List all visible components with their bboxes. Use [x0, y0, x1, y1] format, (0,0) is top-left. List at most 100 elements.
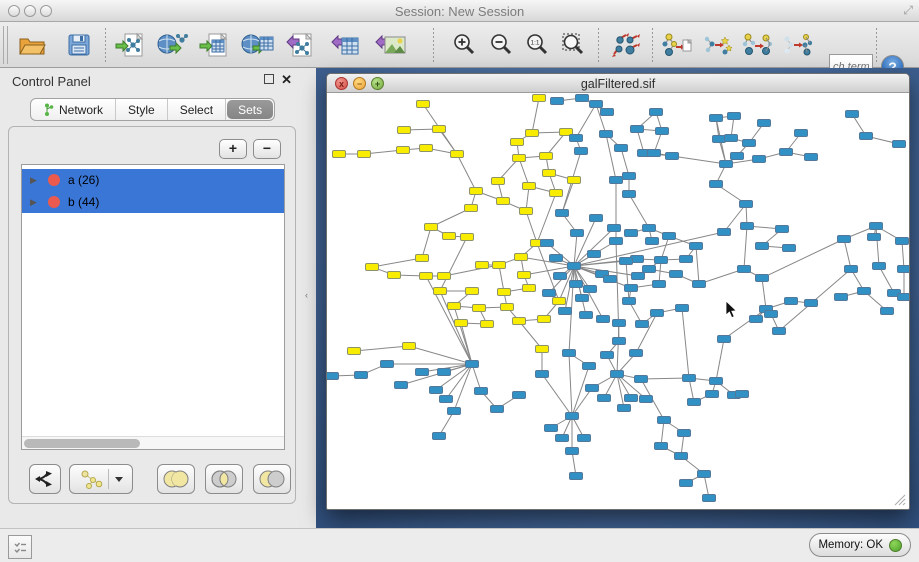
mouse-cursor-icon	[725, 300, 739, 319]
graph-node-blue	[758, 120, 771, 127]
graph-node-yellow	[461, 234, 474, 241]
graph-node-blue	[559, 308, 572, 315]
graph-node-blue	[713, 136, 726, 143]
graph-node-yellow	[420, 273, 433, 280]
network-frame[interactable]: x − + galFiltered.sif	[326, 73, 910, 510]
toolbar-separator	[876, 28, 877, 62]
graph-node-blue	[438, 369, 451, 376]
intersect-sets-button[interactable]	[205, 464, 243, 494]
set-row-b[interactable]: ▶ b (44)	[22, 191, 284, 213]
graph-node-blue	[475, 388, 488, 395]
add-set-button[interactable]: +	[219, 139, 247, 159]
split-set-button[interactable]	[29, 464, 61, 494]
graph-node-blue	[611, 371, 624, 378]
graph-node-blue	[860, 133, 873, 140]
export-network-icon[interactable]	[282, 27, 318, 63]
first-neighbors-file-icon[interactable]	[659, 27, 695, 63]
network-view[interactable]	[327, 93, 909, 509]
graph-node-blue	[448, 408, 461, 415]
graph-node-blue	[785, 298, 798, 305]
graph-node-blue	[613, 320, 626, 327]
import-network-file-icon[interactable]	[112, 27, 148, 63]
graph-node-yellow	[348, 348, 361, 355]
union-sets-button[interactable]	[157, 464, 195, 494]
import-table-web-icon[interactable]	[239, 27, 275, 63]
venn-union-icon	[162, 469, 190, 489]
tab-style[interactable]: Style	[116, 99, 168, 120]
graph-node-blue	[433, 433, 446, 440]
first-neighbors-hide-icon[interactable]	[779, 27, 815, 63]
remove-set-button[interactable]: −	[253, 139, 281, 159]
tab-network[interactable]: Network	[31, 99, 116, 120]
toolbar-drag-handle[interactable]	[3, 26, 8, 64]
toolbar-separator	[105, 28, 106, 62]
import-table-file-icon[interactable]	[196, 27, 232, 63]
resize-grip-icon[interactable]	[892, 492, 906, 506]
graph-node-yellow	[523, 285, 536, 292]
fullscreen-icon[interactable]: ⤢	[903, 3, 913, 18]
zoom-out-icon[interactable]	[484, 27, 520, 63]
network-canvas[interactable]	[327, 93, 909, 509]
export-image-icon[interactable]	[372, 27, 408, 63]
dropdown-caret-icon[interactable]	[114, 475, 124, 483]
difference-sets-button[interactable]	[253, 464, 291, 494]
graph-node-yellow	[538, 316, 551, 323]
zoom-actual-size-icon[interactable]: 1:1	[520, 27, 556, 63]
graph-node-blue	[655, 257, 668, 264]
export-table-icon[interactable]	[327, 27, 363, 63]
graph-node-yellow	[443, 233, 456, 240]
expander-icon[interactable]: ▶	[30, 175, 40, 186]
graph-node-blue	[623, 298, 636, 305]
graph-node-yellow	[434, 288, 447, 295]
memory-status-button[interactable]: Memory: OK	[809, 533, 911, 557]
first-neighbors-expand-icon[interactable]	[699, 27, 735, 63]
graph-node-blue	[583, 363, 596, 370]
graph-node-blue	[680, 256, 693, 263]
zoom-fit-selected-icon[interactable]	[556, 27, 592, 63]
tab-select[interactable]: Select	[168, 99, 226, 120]
graph-node-blue	[776, 226, 789, 233]
horizontal-scrollbar[interactable]	[22, 436, 284, 449]
graph-node-yellow	[526, 130, 539, 137]
expander-icon[interactable]: ▶	[30, 197, 40, 208]
graph-node-blue	[753, 156, 766, 163]
graph-node-blue	[740, 201, 753, 208]
close-panel-icon[interactable]: ✕	[281, 72, 292, 88]
sets-list[interactable]: ▶ a (26) ▶ b (44)	[21, 164, 285, 450]
window-titlebar[interactable]: Session: New Session ⤢	[0, 0, 919, 22]
graph-node-blue	[736, 391, 749, 398]
panel-splitter[interactable]: ‹	[300, 68, 316, 528]
splitter-collapse-icon[interactable]: ‹	[305, 290, 308, 300]
create-set-from-network-button[interactable]	[69, 464, 133, 494]
status-bar: Memory: OK	[0, 528, 919, 562]
graph-node-yellow	[433, 126, 446, 133]
graph-node-yellow	[513, 318, 526, 325]
set-row-a[interactable]: ▶ a (26)	[22, 169, 284, 191]
graph-node-yellow	[518, 272, 531, 279]
graph-node-blue	[615, 145, 628, 152]
graph-node-yellow	[425, 224, 438, 231]
graph-node-blue	[570, 473, 583, 480]
task-history-button[interactable]	[8, 535, 32, 559]
tab-style-label: Style	[128, 103, 155, 117]
toolbar-separator	[598, 28, 599, 62]
graph-node-blue	[643, 266, 656, 273]
graph-node-blue	[598, 395, 611, 402]
first-neighbors-select-icon[interactable]	[739, 27, 775, 63]
zoom-in-icon[interactable]	[447, 27, 483, 63]
import-network-web-icon[interactable]	[154, 27, 190, 63]
network-frame-titlebar[interactable]: x − + galFiltered.sif	[327, 74, 909, 93]
graph-node-yellow	[476, 262, 489, 269]
save-session-icon[interactable]	[61, 27, 97, 63]
tab-sets[interactable]: Sets	[227, 100, 273, 119]
graph-node-blue	[656, 128, 669, 135]
graph-node-blue	[620, 258, 633, 265]
float-panel-icon[interactable]	[264, 74, 274, 84]
apply-layout-icon[interactable]	[608, 27, 644, 63]
graph-node-yellow	[473, 305, 486, 312]
tab-select-label: Select	[180, 103, 213, 117]
scrollbar-thumb[interactable]	[24, 439, 140, 448]
open-folder-icon[interactable]	[14, 27, 50, 63]
control-panel-header: Control Panel ✕	[0, 68, 300, 94]
graph-node-blue	[868, 234, 881, 241]
